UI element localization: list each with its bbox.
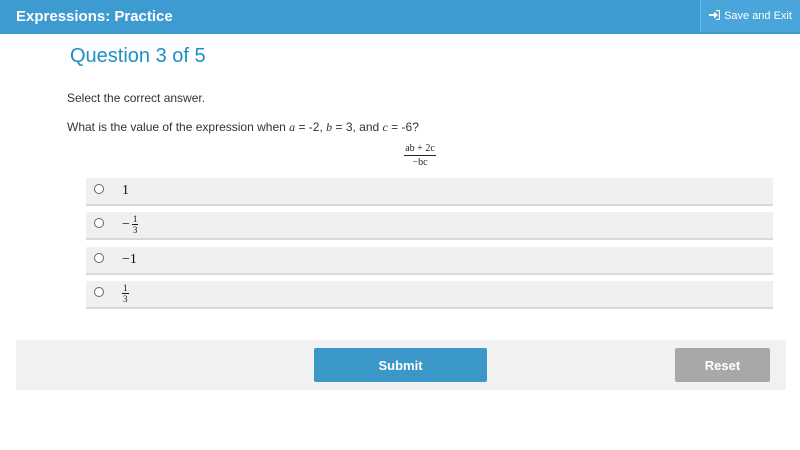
save-and-exit-label: Save and Exit [724,10,792,22]
sign-in-arrow-icon [709,9,721,23]
radio-button[interactable] [94,253,104,263]
option-label: − 1 3 [122,214,139,236]
value-c: = -6? [387,120,419,134]
expression-denominator: −bc [412,157,428,168]
radio-button[interactable] [94,184,104,194]
fraction-numerator: 1 [131,214,139,225]
top-bar: Expressions: Practice Save and Exit [0,0,800,34]
option-label: −1 [122,249,137,271]
prompt-prefix: What is the value of the expression when [67,120,290,134]
app-title: Expressions: Practice [16,8,173,25]
option-label: 1 3 [122,283,129,305]
answer-option-3[interactable]: −1 [86,247,773,275]
expression-fraction: ab + 2c −bc [400,143,440,168]
value-b: = 3, and [332,120,383,134]
value-a: = -2, [295,120,327,134]
answer-option-4[interactable]: 1 3 [86,281,773,309]
submit-button[interactable]: Submit [314,348,487,382]
radio-button[interactable] [94,218,104,228]
question-title: Question 3 of 5 [70,45,206,67]
save-and-exit-button[interactable]: Save and Exit [700,0,800,32]
instruction-text: Select the correct answer. [67,91,206,105]
radio-button[interactable] [94,287,104,297]
action-footer: Submit Reset [16,340,786,390]
question-prompt: What is the value of the expression when… [67,120,419,135]
expression-numerator: ab + 2c [404,143,436,156]
fraction-denominator: 3 [123,294,128,304]
answer-option-1[interactable]: 1 [86,178,773,206]
option-fraction: 1 3 [131,214,139,235]
reset-button[interactable]: Reset [675,348,770,382]
option-value: 1 [122,183,129,198]
answer-option-2[interactable]: − 1 3 [86,212,773,240]
fraction-denominator: 3 [132,225,138,235]
option-fraction: 1 3 [122,284,129,304]
option-sign: − [122,217,130,232]
option-value: −1 [122,252,137,267]
fraction-numerator: 1 [122,283,129,294]
option-label: 1 [122,180,129,202]
